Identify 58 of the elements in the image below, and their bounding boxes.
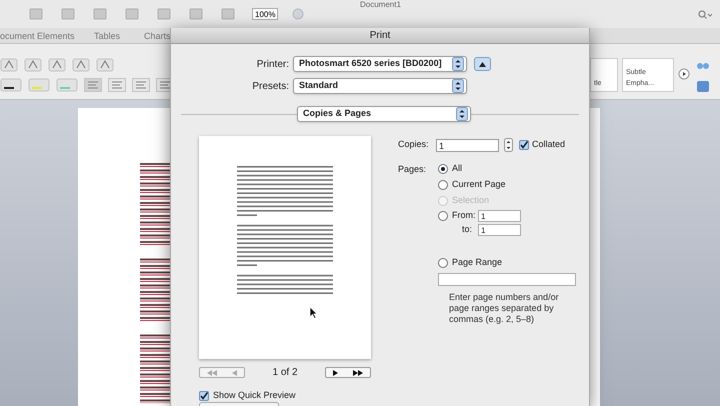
format-tool-icon[interactable] bbox=[96, 58, 114, 72]
radio-button[interactable] bbox=[438, 258, 448, 268]
field-label: to: bbox=[460, 223, 473, 236]
checkbox-label: Collated bbox=[532, 138, 566, 152]
copies-field[interactable]: 1 bbox=[436, 138, 499, 152]
from-field[interactable]: 1 bbox=[478, 210, 521, 222]
rewind-icon bbox=[207, 370, 218, 376]
printer-popup[interactable]: Photosmart 6520 series [BD0200] bbox=[293, 56, 467, 72]
format-tool-icon[interactable] bbox=[48, 58, 66, 72]
color-tool-icon[interactable] bbox=[0, 78, 22, 92]
color-tool-icon[interactable] bbox=[28, 78, 50, 92]
page-range-field[interactable] bbox=[438, 273, 576, 286]
field-label: Presets: bbox=[251, 80, 290, 94]
previous-page-button[interactable] bbox=[199, 367, 245, 378]
field-label: Pages: bbox=[398, 163, 428, 176]
align-icon[interactable] bbox=[132, 78, 150, 92]
format-tool-icon[interactable] bbox=[72, 58, 90, 72]
stepper-icon bbox=[456, 107, 468, 121]
align-icon[interactable] bbox=[84, 78, 102, 92]
next-page-button[interactable] bbox=[325, 367, 371, 378]
page-indicator: 1 of 2 bbox=[272, 366, 298, 380]
to-field[interactable]: 1 bbox=[478, 224, 521, 236]
checkmark-icon bbox=[520, 141, 528, 149]
align-icon[interactable] bbox=[108, 78, 126, 92]
search-icon[interactable] bbox=[698, 10, 712, 20]
radio-button[interactable] bbox=[438, 164, 448, 174]
radio-label: From: bbox=[452, 209, 476, 222]
section-popup[interactable]: Copies & Pages bbox=[297, 106, 471, 122]
cursor-arrow-icon bbox=[309, 306, 318, 319]
disclosure-button[interactable] bbox=[474, 57, 491, 71]
play-icon bbox=[333, 370, 338, 376]
zoom-field[interactable]: 100% bbox=[252, 8, 278, 20]
window-title: Document1 bbox=[360, 0, 401, 9]
checkbox-label: Show Quick Preview bbox=[213, 389, 296, 402]
presets-popup[interactable]: Standard bbox=[293, 78, 467, 94]
dialog-title: Print bbox=[370, 29, 390, 43]
triangle-up-icon bbox=[479, 62, 486, 66]
checkmark-icon bbox=[200, 392, 208, 400]
fast-forward-icon bbox=[352, 370, 363, 376]
radio-button[interactable] bbox=[438, 180, 448, 190]
checkbox[interactable] bbox=[199, 390, 209, 401]
field-label: Printer: bbox=[256, 58, 290, 72]
format-tool-icon[interactable] bbox=[0, 58, 18, 72]
help-icon[interactable] bbox=[292, 8, 304, 20]
stepper-icon[interactable] bbox=[504, 138, 513, 152]
format-tool-icon[interactable] bbox=[24, 58, 42, 72]
radio-label: Selection bbox=[452, 194, 490, 208]
color-tool-icon[interactable] bbox=[56, 78, 78, 92]
stepper-icon bbox=[452, 79, 464, 93]
checkbox[interactable] bbox=[519, 140, 529, 150]
radio-button[interactable] bbox=[438, 211, 448, 221]
stepper-icon bbox=[452, 57, 464, 71]
back-icon bbox=[232, 370, 237, 376]
radio-label: Current Page bbox=[452, 178, 506, 192]
radio-label: All bbox=[452, 162, 462, 176]
field-label: Copies: bbox=[398, 138, 430, 152]
page-range-hint: Enter page numbers and/or page ranges separated by commas (e.g. 2, 5–8) bbox=[449, 292, 560, 325]
radio-label: Page Range bbox=[452, 256, 502, 270]
